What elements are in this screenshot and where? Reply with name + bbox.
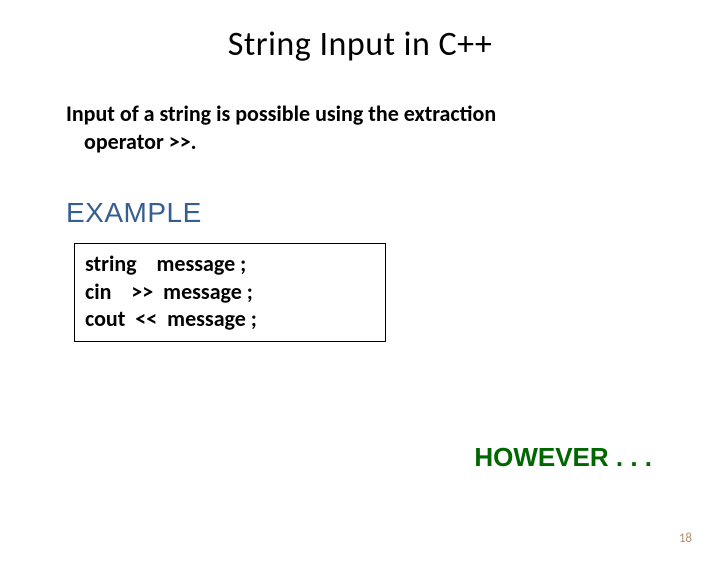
- page-number: 18: [679, 531, 692, 546]
- intro-text: Input of a string is possible using the …: [66, 100, 660, 155]
- code-line-3: cout << message ;: [85, 305, 375, 333]
- however-text: HOWEVER . . .: [474, 442, 652, 473]
- code-box: string message ; cin >> message ; cout <…: [74, 243, 386, 342]
- slide-title: String Input in C++: [0, 24, 720, 65]
- code-line-1: string message ;: [85, 250, 375, 278]
- intro-line-2: operator >>.: [84, 128, 660, 156]
- example-heading: EXAMPLE: [66, 197, 720, 229]
- code-line-2: cin >> message ;: [85, 278, 375, 306]
- intro-line-1: Input of a string is possible using the …: [66, 100, 496, 127]
